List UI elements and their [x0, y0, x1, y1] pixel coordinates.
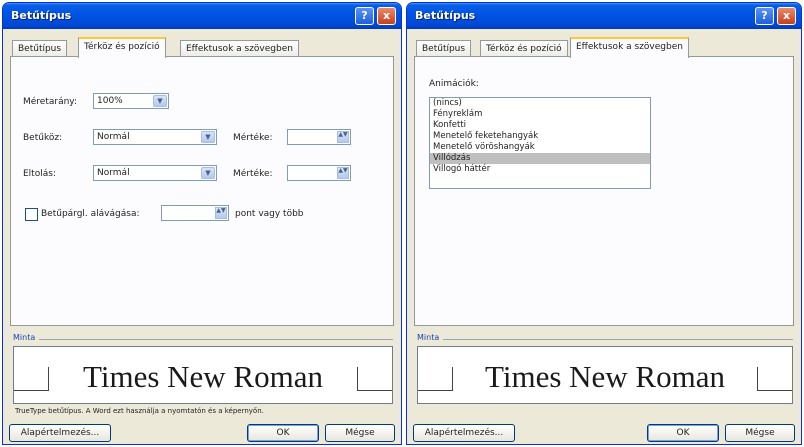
- default-button[interactable]: Alapértelmezés...: [413, 424, 515, 442]
- close-icon[interactable]: x: [777, 7, 796, 25]
- list-item[interactable]: Menetelő vöröshangyák: [430, 142, 650, 153]
- font-dialog-spacing: Betűtípus ? x Betűtípus Térköz és pozíci…: [2, 2, 402, 445]
- scale-value: 100%: [97, 96, 123, 106]
- preview-label: Minta: [417, 333, 440, 342]
- tab-spacing[interactable]: Térköz és pozíció: [480, 40, 568, 57]
- animations-label: Animációk:: [429, 79, 479, 89]
- tab-effects[interactable]: Effektusok a szövegben: [180, 40, 299, 57]
- baseline-tick-right: [357, 367, 358, 391]
- animations-list[interactable]: (nincs) Fényreklám Konfetti Menetelő fek…: [429, 97, 651, 189]
- list-item[interactable]: Konfetti: [430, 120, 650, 131]
- kerning-input[interactable]: ▲▼: [161, 205, 229, 221]
- ok-button[interactable]: OK: [247, 424, 319, 442]
- scale-select[interactable]: 100% ▼: [93, 93, 169, 109]
- title-bar: Betűtípus ? x: [3, 3, 401, 29]
- preview-box: Times New Roman: [417, 346, 793, 404]
- list-item[interactable]: Villogó háttér: [430, 164, 650, 175]
- position-by-label: Mértéke:: [233, 169, 273, 179]
- spacing-select[interactable]: Normál ▼: [93, 129, 217, 145]
- dialog-title: Betűtípus: [11, 9, 72, 22]
- position-value: Normál: [97, 168, 130, 178]
- spin-icon[interactable]: ▲▼: [215, 207, 227, 219]
- close-icon[interactable]: x: [377, 7, 396, 25]
- cancel-button[interactable]: Mégse: [325, 424, 395, 442]
- tab-font[interactable]: Betűtípus: [416, 40, 472, 57]
- preview-box: Times New Roman: [13, 346, 393, 404]
- chevron-down-icon[interactable]: ▼: [153, 95, 167, 107]
- default-button[interactable]: Alapértelmezés...: [9, 424, 111, 442]
- list-item[interactable]: (nincs): [430, 98, 650, 109]
- tab-panel: Méretarány: 100% ▼ Betűköz: Normál ▼ Mér…: [10, 56, 394, 326]
- ok-button[interactable]: OK: [647, 424, 719, 442]
- position-label: Eltolás:: [23, 169, 56, 179]
- spin-icon[interactable]: ▲▼: [337, 131, 349, 143]
- scale-label: Méretarány:: [23, 97, 78, 107]
- list-item[interactable]: Menetelő feketehangyák: [430, 131, 650, 142]
- baseline-right: [758, 390, 792, 391]
- position-by-input[interactable]: ▲▼: [287, 165, 351, 181]
- spacing-label: Betűköz:: [23, 133, 63, 143]
- spacing-by-input[interactable]: ▲▼: [287, 129, 351, 145]
- tab-strip: Betűtípus Térköz és pozíció Effektusok a…: [414, 37, 794, 58]
- baseline-tick-left: [452, 367, 453, 391]
- preview-label: Minta: [13, 333, 36, 342]
- tab-font[interactable]: Betűtípus: [12, 40, 68, 57]
- chevron-down-icon[interactable]: ▼: [201, 131, 215, 143]
- dialog-title: Betűtípus: [415, 9, 476, 22]
- baseline-left: [14, 390, 48, 391]
- preview-divider: [39, 339, 393, 340]
- tab-spacing[interactable]: Térköz és pozíció: [78, 37, 166, 58]
- tab-effects[interactable]: Effektusok a szövegben: [570, 37, 689, 58]
- list-item-selected[interactable]: Villódzás: [430, 153, 650, 164]
- baseline-right: [358, 390, 392, 391]
- kerning-checkbox[interactable]: [25, 208, 38, 221]
- baseline-tick-left: [48, 367, 49, 391]
- cancel-button[interactable]: Mégse: [725, 424, 795, 442]
- preview-text: Times New Roman: [83, 359, 323, 394]
- font-footnote: TrueType betűtípus. A Word ezt használja…: [15, 407, 264, 415]
- title-bar: Betűtípus ? x: [407, 3, 801, 29]
- spin-icon[interactable]: ▲▼: [337, 167, 349, 179]
- preview-text: Times New Roman: [485, 359, 725, 394]
- list-item[interactable]: Fényreklám: [430, 109, 650, 120]
- tab-panel: Animációk: (nincs) Fényreklám Konfetti M…: [414, 56, 794, 326]
- position-select[interactable]: Normál ▼: [93, 165, 217, 181]
- spacing-by-label: Mértéke:: [233, 133, 273, 143]
- help-icon[interactable]: ?: [355, 7, 374, 25]
- baseline-left: [418, 390, 452, 391]
- kerning-label: Betűpárgl. alávágása:: [41, 209, 140, 219]
- font-dialog-effects: Betűtípus ? x Betűtípus Térköz és pozíci…: [406, 2, 802, 445]
- tab-strip: Betűtípus Térköz és pozíció Effektusok a…: [10, 37, 394, 58]
- kerning-suffix: pont vagy több: [235, 209, 304, 219]
- help-icon[interactable]: ?: [755, 7, 774, 25]
- baseline-tick-right: [757, 367, 758, 391]
- spacing-value: Normál: [97, 132, 130, 142]
- chevron-down-icon[interactable]: ▼: [201, 167, 215, 179]
- preview-divider: [443, 339, 793, 340]
